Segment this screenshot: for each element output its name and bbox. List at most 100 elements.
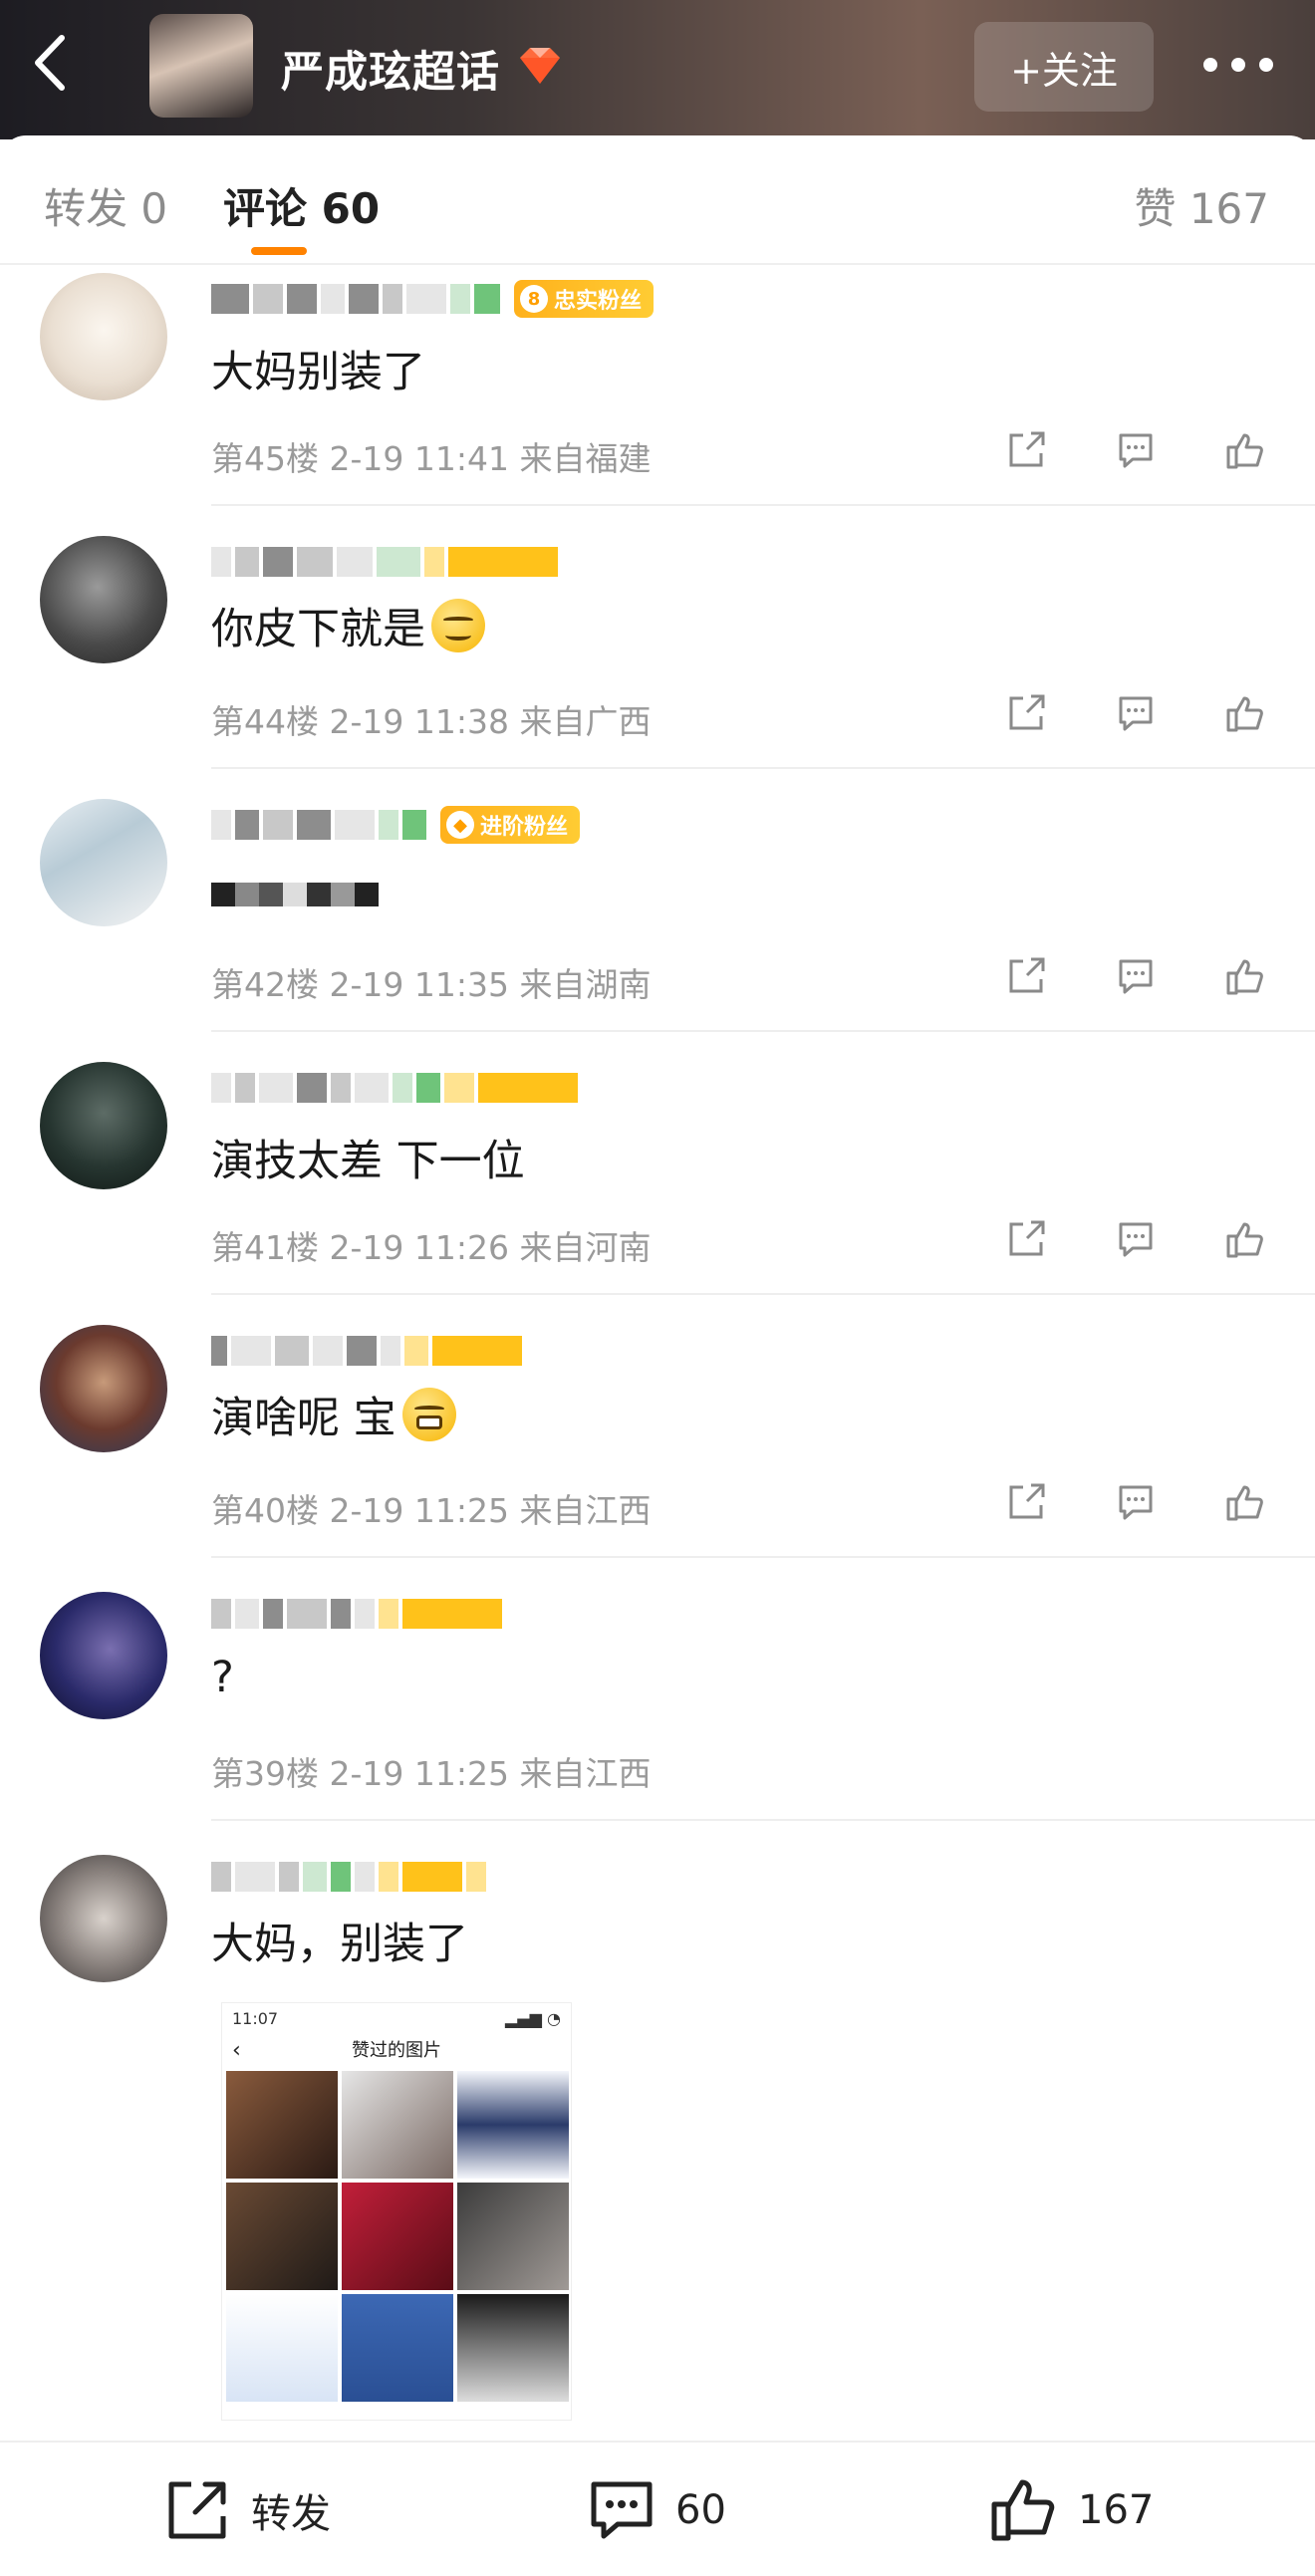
username-blurred[interactable] <box>211 1331 526 1371</box>
divider <box>211 767 1315 769</box>
username-blurred[interactable]: 8 忠实粉丝 <box>211 279 655 319</box>
thumbs-up-icon <box>1226 433 1263 469</box>
tab-comments[interactable]: 评论 60 <box>223 175 380 236</box>
share-icon <box>1009 431 1045 467</box>
tab-repost[interactable]: 转发 0 <box>44 175 167 236</box>
comment-meta: 第44楼 2-19 11:38 来自广西 <box>211 702 652 741</box>
username-blurred[interactable] <box>211 1594 506 1634</box>
divider <box>211 1556 1315 1558</box>
reply-button[interactable] <box>1106 946 1166 1006</box>
share-button[interactable] <box>996 683 1056 743</box>
repost-label: 转发 <box>251 2491 331 2537</box>
comment-button[interactable]: 60 <box>584 2472 726 2548</box>
share-button[interactable] <box>996 1472 1056 1532</box>
bottom-action-bar: 转发 60 167 <box>0 2441 1315 2576</box>
grin-emoji-icon <box>401 1388 456 1441</box>
comment-actions <box>996 946 1275 1006</box>
share-icon <box>1009 1220 1045 1256</box>
comment-text: 你皮下就是 <box>211 596 485 655</box>
comment-text <box>211 865 379 924</box>
like-button[interactable] <box>1215 1209 1275 1269</box>
divider <box>211 1293 1315 1295</box>
comment-text: 演技太差 下一位 <box>211 1137 525 1186</box>
share-icon <box>1009 1483 1045 1519</box>
comment-icon <box>591 2481 653 2539</box>
share-icon <box>1009 694 1045 730</box>
reply-button[interactable] <box>1106 420 1166 480</box>
thumbs-up-icon <box>1226 959 1263 995</box>
comment-text: ? <box>211 1653 234 1702</box>
username-blurred[interactable]: ◆ 进阶粉丝 <box>211 805 581 845</box>
comment-actions <box>996 1472 1275 1532</box>
avatar[interactable] <box>40 1592 167 1719</box>
comment-actions <box>996 1209 1275 1269</box>
screenshot-status-bar: 11:07 ▂▄▆ ◔ <box>232 2009 561 2028</box>
comment-actions <box>996 420 1275 480</box>
more-icon[interactable] <box>1203 52 1273 78</box>
comment-text: 大妈，别装了 <box>211 1920 468 1969</box>
avatar[interactable] <box>40 1062 167 1189</box>
share-button[interactable] <box>996 1209 1056 1269</box>
comment-icon <box>1119 433 1153 468</box>
comment-text: 大妈别装了 <box>211 348 425 397</box>
comment-count: 60 <box>675 2487 726 2533</box>
censored-text <box>211 883 379 906</box>
thumbs-up-icon <box>1226 1222 1263 1258</box>
comment-icon <box>1119 1222 1153 1257</box>
avatar[interactable] <box>40 273 167 400</box>
comment-meta: 第45楼 2-19 11:41 来自福建 <box>211 439 652 478</box>
avatar[interactable] <box>40 799 167 926</box>
like-button[interactable] <box>1215 420 1275 480</box>
page-title[interactable]: 严成玹超话 <box>281 38 500 100</box>
divider <box>211 504 1315 506</box>
comment-icon <box>1119 959 1153 994</box>
thumbs-up-icon <box>991 2479 1055 2541</box>
share-icon <box>1009 957 1045 993</box>
avatar[interactable] <box>40 1855 167 1982</box>
reply-button[interactable] <box>1106 1472 1166 1532</box>
fan-badge: 8 忠实粉丝 <box>514 280 655 318</box>
like-button[interactable]: 167 <box>986 2472 1154 2548</box>
chevron-left-icon <box>35 35 65 91</box>
diamond-icon <box>520 48 560 84</box>
screenshot-title: ‹ 赞过的图片 <box>232 2038 441 2063</box>
supertopic-avatar[interactable] <box>149 14 253 118</box>
avatar[interactable] <box>40 536 167 663</box>
divider <box>211 1030 1315 1032</box>
comment-meta: 第42楼 2-19 11:35 来自湖南 <box>211 965 652 1004</box>
comment-meta: 第40楼 2-19 11:25 来自江西 <box>211 1491 652 1530</box>
comment-icon <box>1119 696 1153 731</box>
back-button[interactable] <box>28 30 76 96</box>
tab-likes[interactable]: 赞 167 <box>1134 175 1269 236</box>
avatar[interactable] <box>40 1325 167 1452</box>
comment-meta: 第39楼 2-19 11:25 来自江西 <box>211 1754 652 1793</box>
username-blurred[interactable] <box>211 1857 490 1897</box>
comment-actions <box>996 683 1275 743</box>
comment-sheet: 转发 0 评论 60 赞 167 <box>0 135 1315 2576</box>
top-nav-bar: 严成玹超话 +关注 <box>0 0 1315 139</box>
share-button[interactable] <box>996 946 1056 1006</box>
like-button[interactable] <box>1215 1472 1275 1532</box>
comment-meta: 第41楼 2-19 11:26 来自河南 <box>211 1228 652 1267</box>
username-blurred[interactable] <box>211 1068 582 1108</box>
reply-button[interactable] <box>1106 1209 1166 1269</box>
divider <box>211 1819 1315 1821</box>
comment-icon <box>1119 1485 1153 1520</box>
thumbs-up-icon <box>1226 1485 1263 1521</box>
username-blurred[interactable] <box>211 542 562 582</box>
share-button[interactable] <box>996 420 1056 480</box>
reply-button[interactable] <box>1106 683 1166 743</box>
tab-indicator <box>251 247 307 255</box>
like-button[interactable] <box>1215 946 1275 1006</box>
comment-image[interactable]: 11:07 ▂▄▆ ◔ ‹ 赞过的图片 <box>221 2002 572 2421</box>
repost-button[interactable]: 转发 <box>159 2472 331 2548</box>
comment-text: 演啥呢 宝 <box>211 1385 456 1444</box>
fan-badge: ◆ 进阶粉丝 <box>440 806 581 844</box>
screenshot-photo-grid <box>222 2071 571 2402</box>
like-count: 167 <box>1078 2487 1155 2533</box>
tab-bar: 转发 0 评论 60 赞 167 <box>0 135 1315 265</box>
share-icon <box>168 2481 226 2539</box>
follow-button[interactable]: +关注 <box>974 22 1154 112</box>
thumbs-up-icon <box>1226 696 1263 732</box>
like-button[interactable] <box>1215 683 1275 743</box>
